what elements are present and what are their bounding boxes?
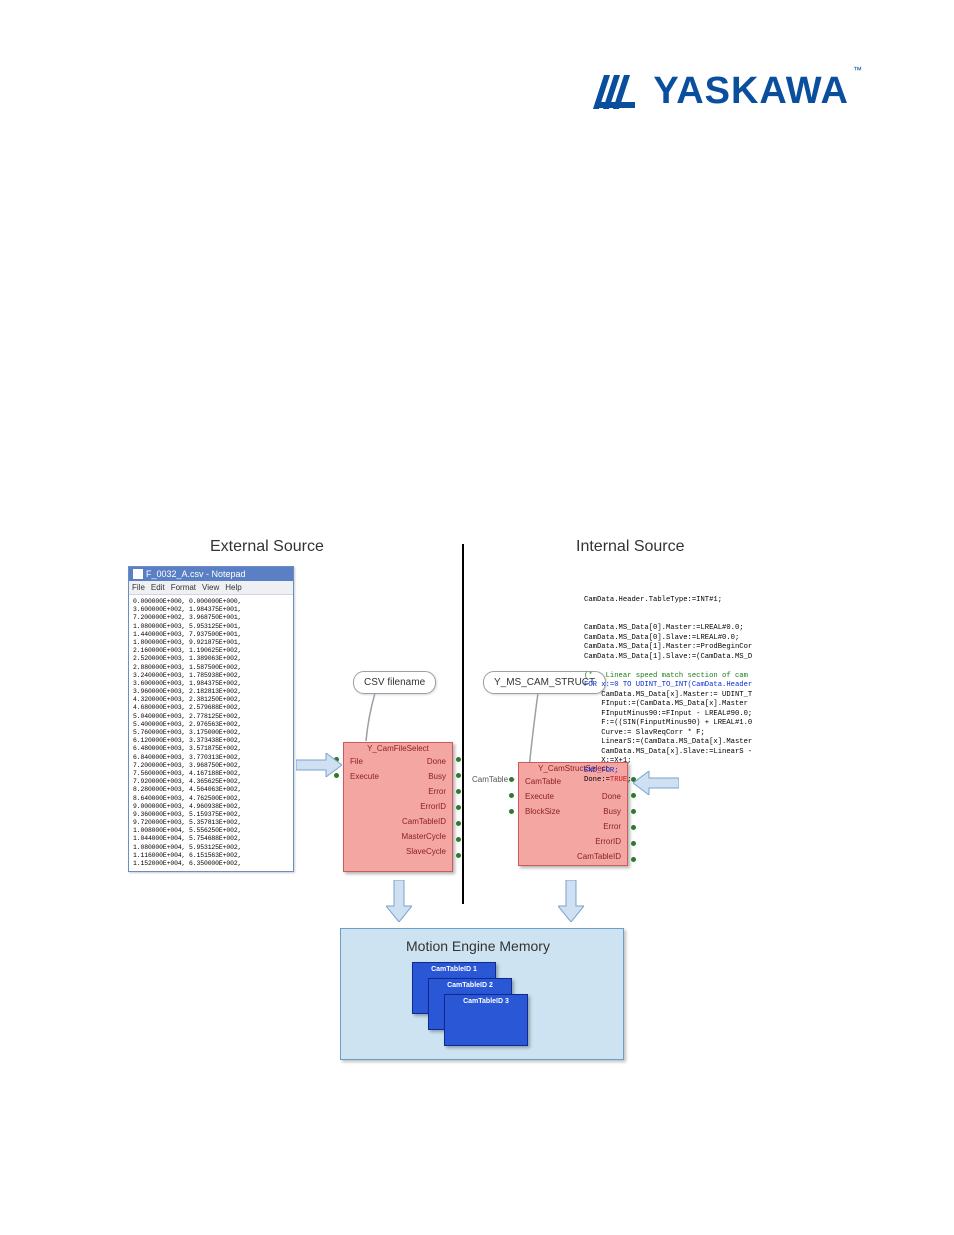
fb1-title: Y_CamFileSelect — [344, 744, 452, 753]
notepad-title: F_0032_A.csv - Notepad — [129, 567, 293, 581]
fb-camfileselect: Y_CamFileSelect FileDone ExecuteBusy Err… — [343, 742, 453, 872]
np-menu-edit: Edit — [151, 583, 165, 592]
np-menu-help: Help — [225, 583, 241, 592]
callout-csv-tail — [364, 693, 386, 743]
memory-label: Motion Engine Memory — [406, 938, 550, 954]
notepad-body: 0.000000E+000, 0.000000E+000, 3.600000E+… — [129, 595, 293, 871]
np-menu-view: View — [202, 583, 219, 592]
callout-csv: CSV filename — [353, 671, 436, 694]
arrow-fb2-down — [558, 880, 584, 922]
np-menu-format: Format — [171, 583, 196, 592]
arrow-fb1-down — [386, 880, 412, 922]
heading-external: External Source — [210, 538, 324, 556]
notepad-window: F_0032_A.csv - Notepad File Edit Format … — [128, 566, 294, 872]
camtableid-3: CamTableID 3 — [444, 994, 528, 1046]
logo-tm: ™ — [853, 65, 862, 75]
cam-sources-diagram: External Source Internal Source F_0032_A… — [128, 530, 848, 1125]
np-menu-file: File — [132, 583, 145, 592]
divider-vertical — [462, 544, 464, 904]
arrow-csv-to-fb — [296, 753, 342, 777]
logo-text: YASKAWA — [653, 70, 849, 113]
yaskawa-logo: YASKAWA ™ — [589, 70, 864, 113]
code-snippet: CamData.Header.TableType:=INT#1; CamData… — [584, 586, 752, 795]
heading-internal: Internal Source — [576, 538, 685, 556]
notepad-menu: File Edit Format View Help — [129, 581, 293, 595]
